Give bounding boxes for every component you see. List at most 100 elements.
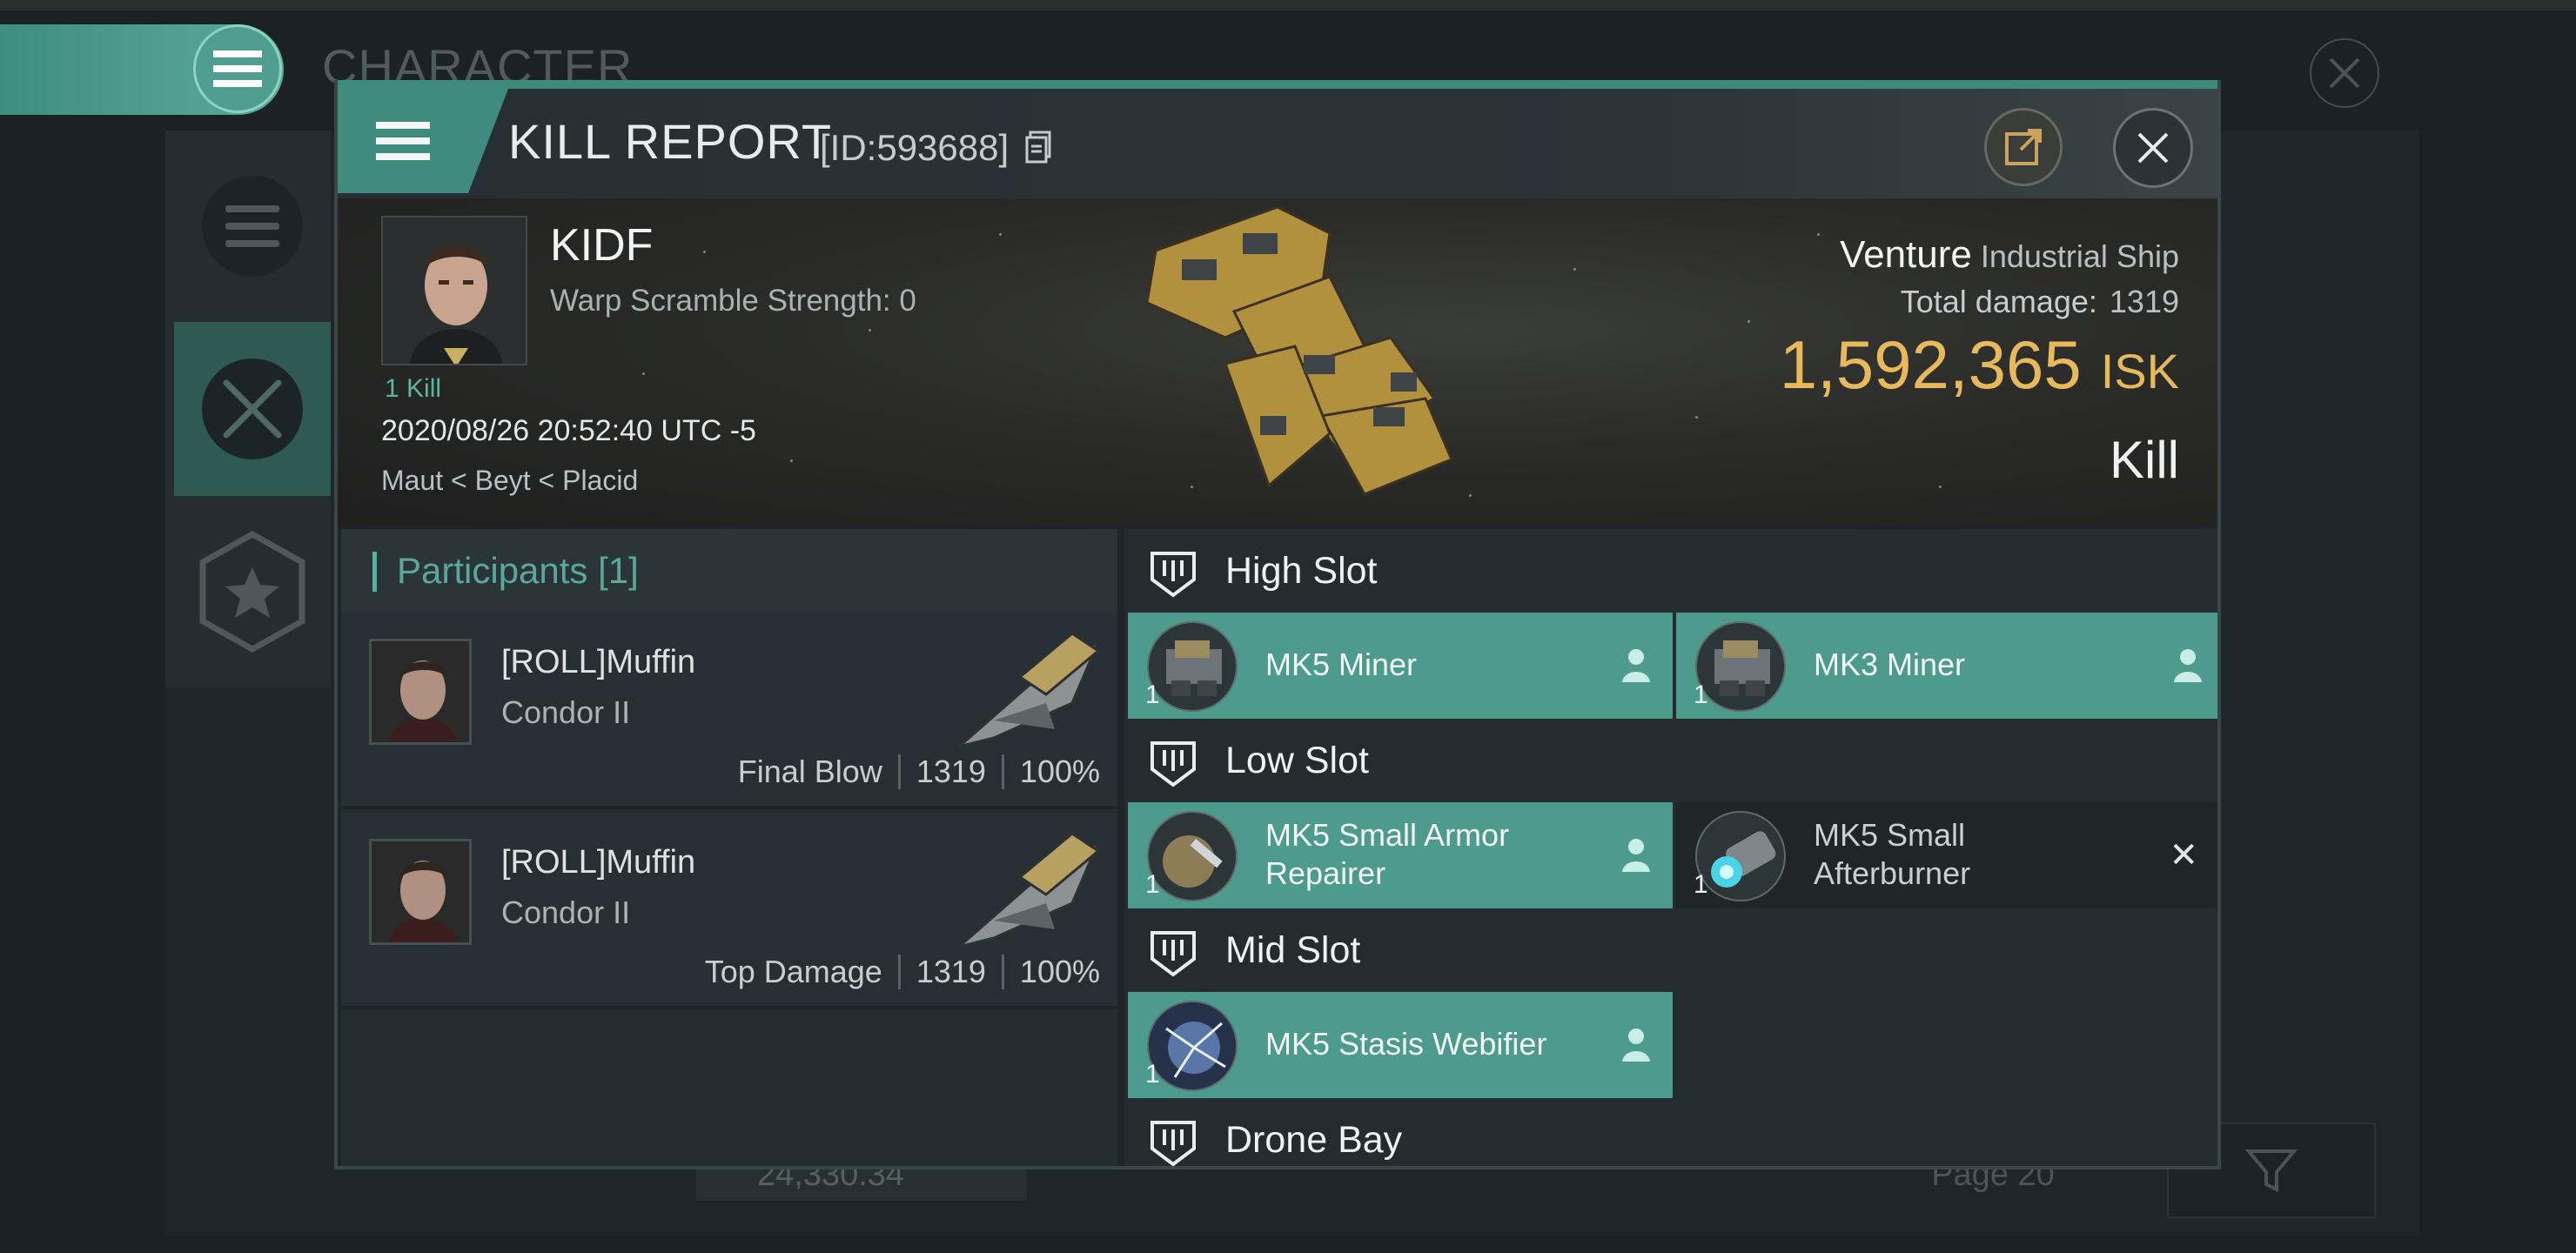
isk-value: 1,592,365 bbox=[1779, 326, 2082, 403]
participant-damage: 1319 bbox=[916, 954, 986, 989]
participant-percent: 100% bbox=[1019, 954, 1100, 989]
background-close-button[interactable] bbox=[2310, 38, 2379, 108]
participant-ship: Condor II bbox=[501, 895, 631, 930]
module-name: MK5 Miner bbox=[1265, 647, 1418, 682]
module-quantity: 1 bbox=[1694, 680, 1708, 709]
kill-location[interactable]: Maut < Beyt < Placid bbox=[381, 465, 638, 497]
dialog-menu-button[interactable] bbox=[338, 89, 508, 193]
participant-percent: 100% bbox=[1019, 754, 1100, 789]
close-button[interactable] bbox=[2113, 108, 2193, 188]
mid-slot-header: Mid Slot bbox=[1124, 908, 2217, 992]
miner-module-icon bbox=[1147, 621, 1238, 712]
isk-value-line: 1,592,365 ISK bbox=[1780, 325, 2179, 405]
module-quantity: 1 bbox=[1145, 680, 1160, 709]
menu-icon bbox=[213, 50, 262, 87]
module-name-line: MK5 Small bbox=[1814, 817, 1966, 853]
person-icon bbox=[1622, 1029, 1650, 1062]
victim-ship-render bbox=[1145, 205, 1453, 496]
ship-name[interactable]: Venture bbox=[1840, 233, 1972, 276]
module-name: MK5 Stasis Webifier bbox=[1265, 1026, 1547, 1062]
participants-header: Participants [1] bbox=[341, 529, 1117, 613]
participant-damage: 1319 bbox=[916, 754, 986, 789]
participants-panel: Participants [1] [ROLL]Muffin Condor II … bbox=[341, 529, 1117, 1166]
sidebar-item-combat[interactable] bbox=[174, 322, 331, 496]
low-slot-label: Low Slot bbox=[1225, 740, 1369, 781]
person-icon bbox=[1622, 839, 1650, 872]
victim-kills-link[interactable]: 1 Kill bbox=[385, 374, 441, 404]
slot-shield-icon bbox=[1150, 741, 1196, 787]
close-icon bbox=[2137, 132, 2169, 164]
copy-icon bbox=[1025, 131, 1051, 164]
crossed-swords-icon bbox=[202, 358, 303, 459]
total-damage-value: 1319 bbox=[2109, 284, 2179, 319]
module-name-line: Afterburner bbox=[1814, 855, 1971, 891]
slot-shield-icon bbox=[1150, 1121, 1196, 1166]
fitting-panel: High Slot 1 MK5 Miner 1 MK3 Miner Low Sl… bbox=[1124, 529, 2217, 1166]
stasis-webifier-icon bbox=[1147, 1001, 1238, 1091]
participant-stats: Final Blow 1319 100% bbox=[738, 754, 1100, 790]
sidebar-item-list[interactable] bbox=[174, 139, 331, 313]
ship-name-line: Venture Industrial Ship bbox=[1840, 233, 2179, 277]
low-slot-header: Low Slot bbox=[1124, 719, 2217, 802]
participant-name[interactable]: [ROLL]Muffin bbox=[501, 644, 695, 681]
module-name: MK5 Small Armor Repairer bbox=[1265, 816, 1509, 893]
high-slot-label: High Slot bbox=[1225, 550, 1378, 592]
kill-timestamp: 2020/08/26 20:52:40 UTC -5 bbox=[381, 414, 756, 447]
stat-divider bbox=[1001, 754, 1004, 789]
dialog-accent-bar bbox=[338, 80, 2217, 89]
module-mk3-miner[interactable]: 1 MK3 Miner bbox=[1676, 613, 2217, 719]
module-quantity: 1 bbox=[1145, 870, 1160, 899]
total-damage: Total damage: 1319 bbox=[1901, 284, 2179, 320]
slot-shield-icon bbox=[1150, 552, 1196, 598]
module-mk5-small-afterburner[interactable]: 1 MK5 Small Afterburner ✕ bbox=[1676, 802, 2217, 908]
participant-name[interactable]: [ROLL]Muffin bbox=[501, 844, 695, 881]
report-id: [ID:593688] bbox=[820, 127, 1010, 168]
star-badge-icon bbox=[199, 531, 305, 653]
slot-shield-icon bbox=[1150, 931, 1196, 977]
participant-avatar[interactable] bbox=[369, 639, 472, 745]
victim-portrait[interactable] bbox=[381, 216, 527, 365]
copy-id-button[interactable] bbox=[1025, 131, 1051, 164]
afterburner-icon bbox=[1695, 811, 1786, 901]
module-mk5-stasis-webifier[interactable]: 1 MK5 Stasis Webifier bbox=[1128, 992, 1673, 1098]
list-icon bbox=[202, 176, 303, 277]
menu-icon bbox=[376, 122, 430, 160]
participant-avatar[interactable] bbox=[369, 839, 472, 945]
total-damage-label: Total damage: bbox=[1900, 284, 2097, 319]
warp-scramble-strength: Warp Scramble Strength: 0 bbox=[550, 284, 916, 318]
x-mark-icon: ✕ bbox=[2169, 836, 2198, 874]
stat-divider bbox=[897, 955, 901, 989]
stat-divider bbox=[897, 754, 901, 789]
victim-name: KIDF bbox=[550, 220, 654, 271]
participant-role: Top Damage bbox=[704, 954, 882, 989]
module-quantity: 1 bbox=[1694, 870, 1708, 899]
person-icon bbox=[2174, 649, 2202, 682]
victim-banner: KIDF Warp Scramble Strength: 0 1 Kill 20… bbox=[338, 198, 2217, 526]
participant-row[interactable]: [ROLL]Muffin Condor II Final Blow 1319 1… bbox=[341, 613, 1117, 809]
armor-repairer-icon bbox=[1147, 811, 1238, 901]
drone-bay-label: Drone Bay bbox=[1225, 1119, 1403, 1161]
close-icon bbox=[2329, 57, 2360, 89]
person-icon bbox=[1622, 649, 1650, 682]
module-name: MK5 Small Afterburner bbox=[1814, 816, 1970, 893]
participant-ship-render bbox=[958, 632, 1102, 748]
participants-header-bar bbox=[372, 552, 377, 592]
module-name: MK3 Miner bbox=[1814, 647, 1966, 682]
participants-title: Participants [1] bbox=[397, 550, 639, 591]
module-mk5-small-armor-repairer[interactable]: 1 MK5 Small Armor Repairer bbox=[1128, 802, 1673, 908]
participant-ship: Condor II bbox=[501, 694, 631, 730]
module-quantity: 1 bbox=[1145, 1060, 1160, 1089]
participant-row[interactable]: [ROLL]Muffin Condor II Top Damage 1319 1… bbox=[341, 813, 1117, 1009]
sidebar-item-achievements[interactable] bbox=[174, 505, 331, 679]
drone-bay-header: Drone Bay bbox=[1124, 1098, 2217, 1166]
mid-slot-label: Mid Slot bbox=[1225, 929, 1361, 971]
participant-role: Final Blow bbox=[737, 754, 882, 789]
background-menu-button[interactable] bbox=[193, 24, 282, 113]
miner-module-icon bbox=[1695, 621, 1786, 712]
share-button[interactable] bbox=[1984, 108, 2063, 186]
module-mk5-miner[interactable]: 1 MK5 Miner bbox=[1128, 613, 1673, 719]
filter-icon bbox=[2245, 1149, 2298, 1193]
kill-report-dialog: KILL REPORT [ID:593688] KIDF Warp Scramb… bbox=[334, 80, 2221, 1169]
dialog-title: KILL REPORT bbox=[508, 114, 833, 169]
dialog-header: KILL REPORT [ID:593688] bbox=[338, 89, 2217, 198]
